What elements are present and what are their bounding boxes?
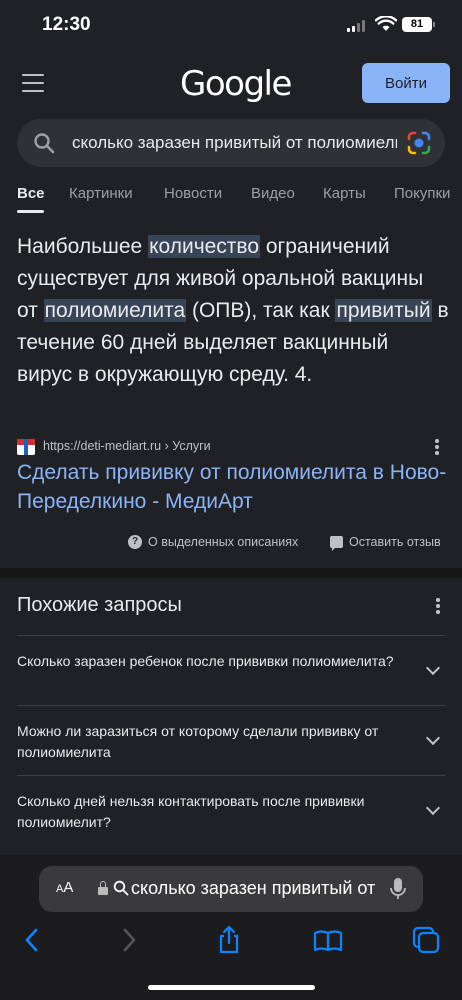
search-query[interactable]: сколько заразен привитый от полиомиелита: [72, 133, 397, 153]
help-icon: ?: [128, 535, 142, 549]
google-logo[interactable]: Google: [180, 64, 292, 104]
snippet-highlight: привитый: [335, 299, 432, 322]
result-source[interactable]: https://deti-mediart.ru › Услуги: [17, 437, 447, 457]
snippet-text: (ОПВ), так как: [186, 299, 336, 322]
search-tabs: Все Картинки Новости Видео Карты Покупки: [0, 183, 462, 219]
snippet-highlight: полиомиелита: [43, 299, 187, 322]
search-icon[interactable]: [33, 132, 55, 154]
home-indicator[interactable]: [148, 985, 315, 990]
source-url[interactable]: https://deti-mediart.ru › Услуги: [43, 439, 211, 453]
related-question-text[interactable]: Сколько заразен ребенок после прививки п…: [17, 651, 397, 672]
cellular-signal-icon: [347, 20, 365, 32]
status-bar: 12:30 81: [0, 0, 462, 52]
active-tab-indicator: [17, 210, 44, 213]
about-snippets-label[interactable]: О выделенных описаниях: [148, 535, 298, 549]
about-snippets-link[interactable]: ? О выделенных описаниях: [128, 533, 298, 551]
forward-icon[interactable]: [114, 925, 144, 955]
related-question-text[interactable]: Сколько дней нельзя контактировать после…: [17, 791, 397, 833]
related-more-icon[interactable]: [428, 596, 448, 616]
result-title-link[interactable]: Сделать прививку от полиомиелита в Ново-…: [17, 458, 447, 516]
site-favicon-icon: [17, 439, 35, 455]
address-bar[interactable]: AA сколько заразен привитый от полиомиел…: [39, 866, 423, 912]
microphone-icon[interactable]: [389, 876, 407, 902]
tab-all[interactable]: Все: [17, 185, 45, 202]
related-question-text[interactable]: Можно ли заразиться от которому сделали …: [17, 721, 397, 763]
search-input[interactable]: сколько заразен привитый от полиомиелита: [17, 119, 445, 167]
battery-cap: [433, 22, 435, 27]
featured-snippet: Наибольшее количество ограничений сущест…: [17, 231, 449, 391]
snippet-highlight: количество: [148, 235, 261, 258]
google-lens-icon[interactable]: [407, 131, 431, 155]
related-searches-list: Сколько заразен ребенок после прививки п…: [17, 635, 446, 845]
tab-video[interactable]: Видео: [251, 185, 295, 202]
menu-icon[interactable]: [22, 74, 44, 92]
aa-large: A: [63, 879, 74, 896]
snippet-text: Наибольшее: [17, 235, 149, 258]
leave-feedback-link[interactable]: Оставить отзыв: [330, 533, 441, 551]
back-icon[interactable]: [17, 925, 47, 955]
tab-images[interactable]: Картинки: [69, 185, 133, 202]
tab-news[interactable]: Новости: [164, 185, 222, 202]
login-button[interactable]: Войти: [362, 63, 450, 103]
wifi-icon: [375, 16, 397, 31]
related-question[interactable]: Сколько заразен ребенок после прививки п…: [17, 635, 446, 705]
section-divider: [0, 568, 462, 578]
battery-icon: 81: [402, 17, 432, 32]
feedback-icon: [330, 536, 343, 551]
status-time: 12:30: [42, 14, 91, 35]
address-text[interactable]: сколько заразен привитый от полиомиелита: [131, 878, 376, 899]
related-question[interactable]: Сколько дней нельзя контактировать после…: [17, 775, 446, 845]
chevron-down-icon[interactable]: [425, 730, 441, 746]
result-more-icon[interactable]: [427, 437, 447, 457]
tabs-icon[interactable]: [411, 925, 441, 955]
related-question[interactable]: Можно ли заразиться от которому сделали …: [17, 705, 446, 775]
bookmarks-icon[interactable]: [313, 925, 343, 955]
chevron-down-icon[interactable]: [425, 660, 441, 676]
lock-icon: [98, 881, 108, 895]
tab-maps[interactable]: Карты: [323, 185, 366, 202]
related-searches-title: Похожие запросы: [17, 594, 182, 616]
chevron-down-icon[interactable]: [425, 800, 441, 816]
leave-feedback-label[interactable]: Оставить отзыв: [349, 535, 441, 549]
search-icon: [113, 880, 129, 896]
google-header: Google Войти: [0, 60, 462, 110]
tab-shopping[interactable]: Покупки: [394, 185, 450, 202]
share-icon[interactable]: [214, 925, 244, 955]
text-size-button[interactable]: AA: [56, 879, 73, 896]
